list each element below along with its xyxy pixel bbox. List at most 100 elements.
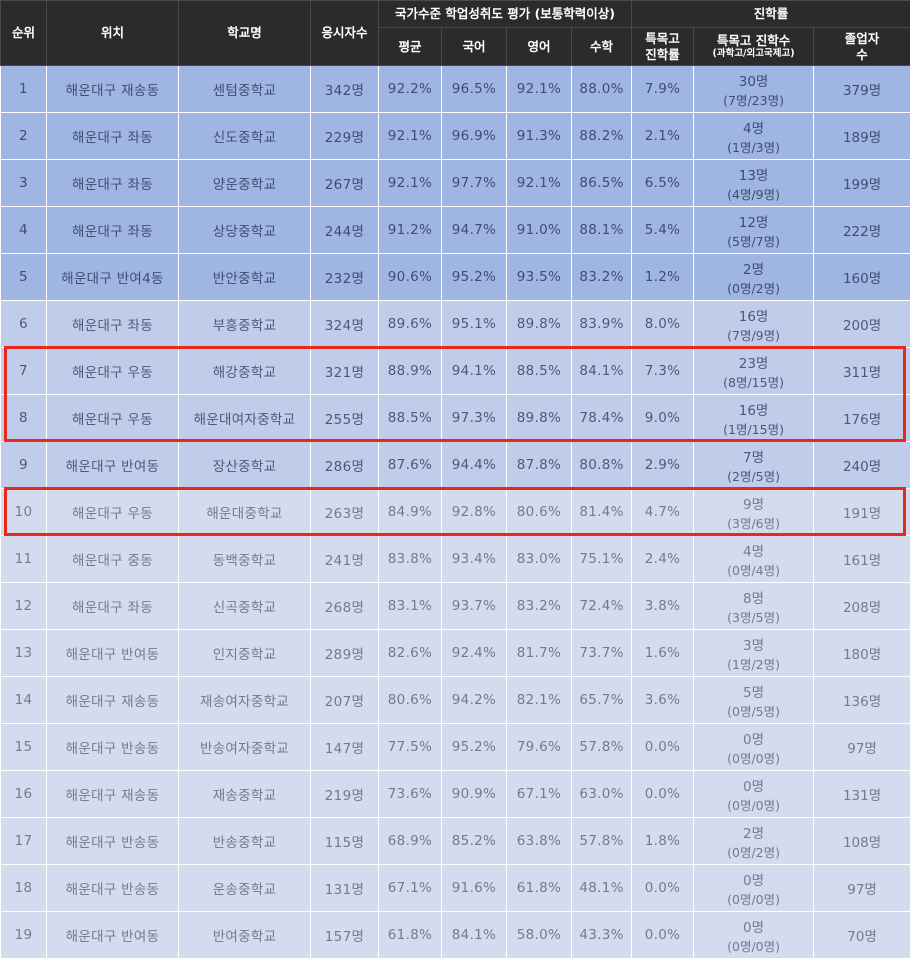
- school-ranking-table: 순위 위치 학교명 응시자수 국가수준 학업성취도 평가 (보통학력이상) 진학…: [0, 0, 910, 959]
- special-count-total: 2명: [694, 822, 813, 842]
- cell-special-rate: 2.9%: [632, 442, 694, 489]
- cell-special-count: 0명(0명/0명): [694, 912, 814, 959]
- cell-english: 89.8%: [507, 301, 572, 348]
- special-count-total: 5명: [694, 681, 813, 701]
- cell-examinees: 131명: [311, 865, 379, 912]
- cell-math: 86.5%: [572, 160, 632, 207]
- cell-rank: 7: [1, 348, 47, 395]
- cell-examinees: 219명: [311, 771, 379, 818]
- cell-special-rate: 1.8%: [632, 818, 694, 865]
- table-row: 6해운대구 좌동부흥중학교324명89.6%95.1%89.8%83.9%8.0…: [1, 301, 910, 348]
- header-advancement-group: 진학률: [632, 1, 910, 28]
- cell-special-rate: 1.6%: [632, 630, 694, 677]
- cell-special-rate: 2.4%: [632, 536, 694, 583]
- cell-average: 82.6%: [379, 630, 442, 677]
- special-count-detail: (7명/9명): [694, 325, 813, 344]
- cell-special-rate: 3.6%: [632, 677, 694, 724]
- header-special-rate: 특목고 진학률: [632, 28, 694, 66]
- cell-special-count: 4명(1명/3명): [694, 113, 814, 160]
- special-count-total: 16명: [694, 399, 813, 419]
- cell-special-count: 16명(7명/9명): [694, 301, 814, 348]
- cell-special-rate: 2.1%: [632, 113, 694, 160]
- cell-special-count: 7명(2명/5명): [694, 442, 814, 489]
- header-graduates-line2: 수: [814, 47, 910, 63]
- special-count-total: 4명: [694, 117, 813, 137]
- cell-english: 92.1%: [507, 160, 572, 207]
- special-count-detail: (0명/2명): [694, 278, 813, 297]
- cell-location: 해운대구 좌동: [47, 583, 179, 630]
- cell-rank: 8: [1, 395, 47, 442]
- special-count-total: 23명: [694, 352, 813, 372]
- cell-examinees: 147명: [311, 724, 379, 771]
- table-row: 8해운대구 우동해운대여자중학교255명88.5%97.3%89.8%78.4%…: [1, 395, 910, 442]
- cell-special-rate: 8.0%: [632, 301, 694, 348]
- table-row: 3해운대구 좌동양운중학교267명92.1%97.7%92.1%86.5%6.5…: [1, 160, 910, 207]
- cell-school: 재송여자중학교: [179, 677, 311, 724]
- cell-rank: 14: [1, 677, 47, 724]
- special-count-total: 2명: [694, 258, 813, 278]
- special-count-detail: (0명/4명): [694, 560, 813, 579]
- cell-math: 75.1%: [572, 536, 632, 583]
- cell-graduates: 70명: [814, 912, 910, 959]
- special-count-total: 16명: [694, 305, 813, 325]
- header-special-rate-line1: 특목고: [632, 31, 693, 47]
- cell-english: 91.0%: [507, 207, 572, 254]
- cell-examinees: 324명: [311, 301, 379, 348]
- cell-special-rate: 7.9%: [632, 66, 694, 113]
- cell-average: 88.9%: [379, 348, 442, 395]
- cell-examinees: 244명: [311, 207, 379, 254]
- table-row: 15해운대구 반송동반송여자중학교147명77.5%95.2%79.6%57.8…: [1, 724, 910, 771]
- cell-special-rate: 6.5%: [632, 160, 694, 207]
- cell-location: 해운대구 재송동: [47, 66, 179, 113]
- cell-examinees: 241명: [311, 536, 379, 583]
- cell-english: 93.5%: [507, 254, 572, 301]
- cell-examinees: 289명: [311, 630, 379, 677]
- cell-school: 반송중학교: [179, 818, 311, 865]
- cell-math: 83.9%: [572, 301, 632, 348]
- header-graduates-line1: 졸업자: [814, 31, 910, 47]
- cell-graduates: 191명: [814, 489, 910, 536]
- cell-special-count: 30명(7명/23명): [694, 66, 814, 113]
- special-count-detail: (8명/15명): [694, 372, 813, 391]
- cell-examinees: 286명: [311, 442, 379, 489]
- cell-math: 72.4%: [572, 583, 632, 630]
- header-math: 수학: [572, 28, 632, 66]
- cell-math: 65.7%: [572, 677, 632, 724]
- cell-average: 77.5%: [379, 724, 442, 771]
- cell-korean: 95.2%: [442, 724, 507, 771]
- cell-rank: 6: [1, 301, 47, 348]
- special-count-detail: (4명/9명): [694, 184, 813, 203]
- cell-special-count: 9명(3명/6명): [694, 489, 814, 536]
- cell-english: 87.8%: [507, 442, 572, 489]
- cell-special-count: 5명(0명/5명): [694, 677, 814, 724]
- cell-english: 82.1%: [507, 677, 572, 724]
- table-row: 5해운대구 반여4동반안중학교232명90.6%95.2%93.5%83.2%1…: [1, 254, 910, 301]
- cell-english: 80.6%: [507, 489, 572, 536]
- cell-average: 83.1%: [379, 583, 442, 630]
- special-count-total: 4명: [694, 540, 813, 560]
- cell-average: 84.9%: [379, 489, 442, 536]
- cell-rank: 1: [1, 66, 47, 113]
- table-row: 12해운대구 좌동신곡중학교268명83.1%93.7%83.2%72.4%3.…: [1, 583, 910, 630]
- special-count-detail: (1명/15명): [694, 419, 813, 438]
- cell-special-count: 0명(0명/0명): [694, 724, 814, 771]
- table-row: 13해운대구 반여동인지중학교289명82.6%92.4%81.7%73.7%1…: [1, 630, 910, 677]
- cell-math: 80.8%: [572, 442, 632, 489]
- cell-graduates: 379명: [814, 66, 910, 113]
- cell-location: 해운대구 반여4동: [47, 254, 179, 301]
- cell-special-count: 8명(3명/5명): [694, 583, 814, 630]
- header-average: 평균: [379, 28, 442, 66]
- header-english: 영어: [507, 28, 572, 66]
- cell-examinees: 263명: [311, 489, 379, 536]
- cell-school: 해운대중학교: [179, 489, 311, 536]
- cell-korean: 90.9%: [442, 771, 507, 818]
- cell-examinees: 267명: [311, 160, 379, 207]
- cell-math: 63.0%: [572, 771, 632, 818]
- header-examinees: 응시자수: [311, 1, 379, 66]
- cell-special-rate: 9.0%: [632, 395, 694, 442]
- cell-rank: 13: [1, 630, 47, 677]
- special-count-total: 3명: [694, 634, 813, 654]
- table-row: 10해운대구 우동해운대중학교263명84.9%92.8%80.6%81.4%4…: [1, 489, 910, 536]
- cell-graduates: 131명: [814, 771, 910, 818]
- cell-english: 67.1%: [507, 771, 572, 818]
